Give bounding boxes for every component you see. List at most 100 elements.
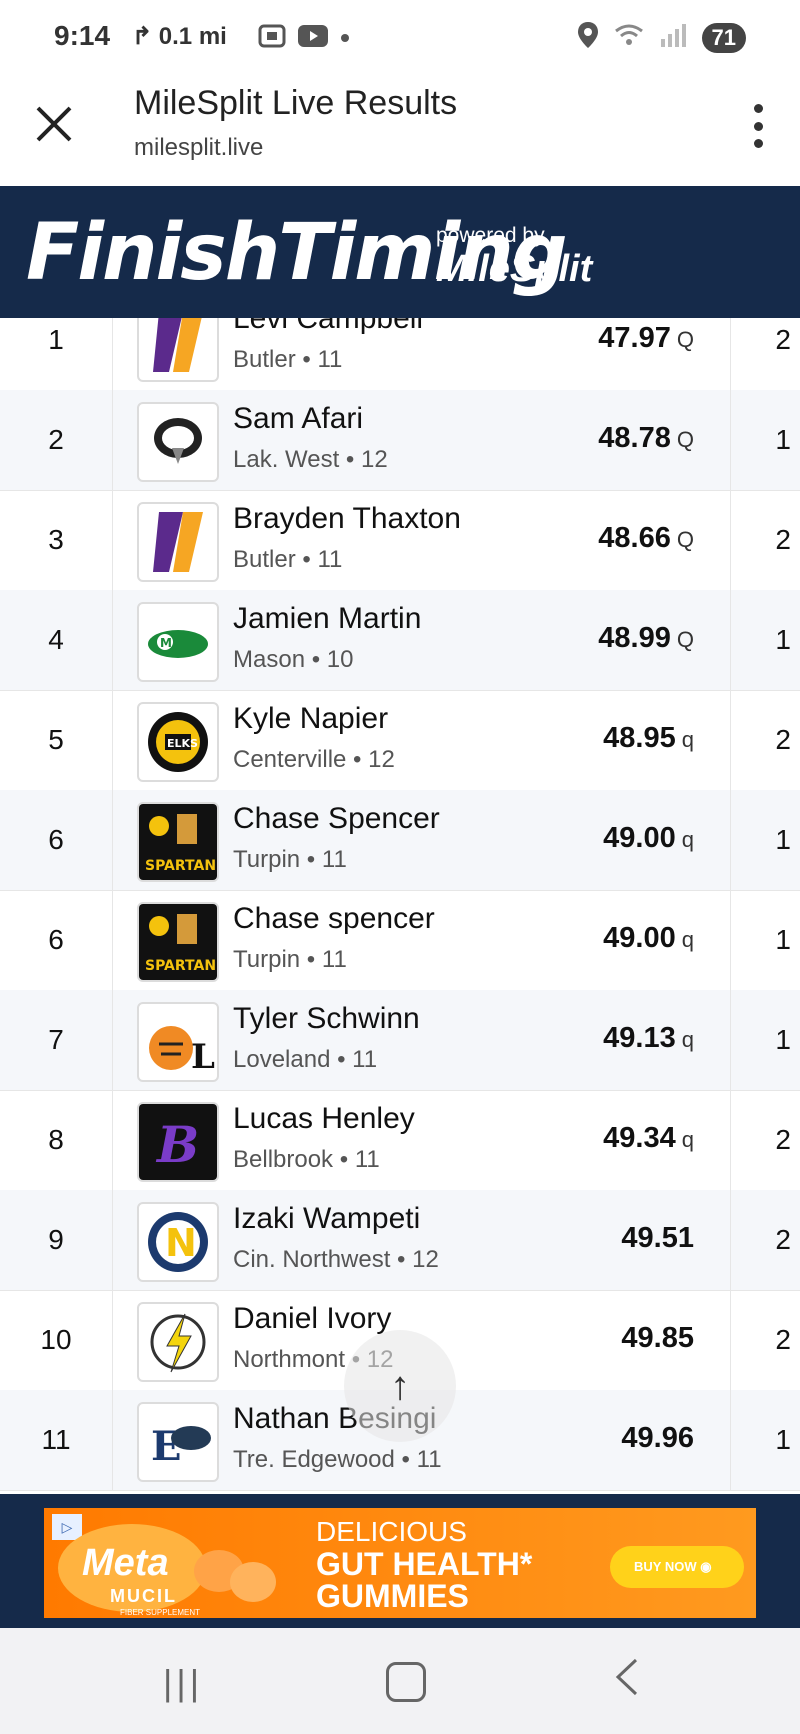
- results-list: 1 Levi Campbell Butler • 11 47.97 Q 2 2 Sam Afa…: [0, 318, 800, 1494]
- result-row[interactable]: 9 N Izaki Wampeti Cin. Northwest • 12 49.51 2: [0, 1190, 800, 1291]
- place-number: 8: [48, 1124, 64, 1155]
- athlete-name[interactable]: Kyle Napier: [233, 702, 388, 736]
- spartans-logo-icon: SPARTANS: [137, 902, 219, 982]
- grade: 12: [412, 1246, 439, 1273]
- grade: 12: [368, 746, 395, 773]
- result-mark: 48.78 Q: [598, 422, 694, 455]
- page-url: milesplit.live: [134, 134, 264, 161]
- qualifier-badge: q: [681, 1127, 694, 1152]
- result-row[interactable]: 3 Brayden Thaxton Butler • 11 48.66 Q 2: [0, 490, 800, 591]
- svg-text:SPARTANS: SPARTANS: [145, 958, 217, 974]
- heat-number: 2: [775, 724, 791, 755]
- separator: •: [295, 546, 318, 573]
- heat-cell: 1: [730, 990, 800, 1090]
- grade: 11: [354, 1146, 380, 1173]
- heat-number: 1: [775, 424, 791, 455]
- scroll-to-top-button[interactable]: ↑: [344, 1330, 456, 1442]
- close-button[interactable]: [32, 102, 76, 146]
- place-cell: 6: [0, 890, 113, 990]
- athlete-name[interactable]: Chase Spencer: [233, 802, 440, 836]
- grade: 11: [317, 346, 343, 373]
- heat-cell: 2: [730, 318, 800, 390]
- result-row[interactable]: 6 SPARTANS Chase spencer Turpin • 11 49.00q 1: [0, 890, 800, 991]
- back-chevron-icon: [615, 1658, 638, 1696]
- result-row[interactable]: 7 L Tyler Schwinn Loveland • 11 49.13 q 1: [0, 990, 800, 1091]
- result-mark: 49.00 q: [603, 822, 694, 855]
- athlete-name[interactable]: Jamien Martin: [233, 602, 421, 636]
- separator: •: [394, 1446, 417, 1473]
- home-button[interactable]: [386, 1662, 426, 1702]
- mark-value: 48.66: [598, 522, 671, 554]
- athlete-name[interactable]: Sam Afari: [233, 402, 363, 436]
- place-cell: 1: [0, 318, 113, 390]
- result-row[interactable]: 1 Levi Campbell Butler • 11 47.97 Q 2: [0, 318, 800, 391]
- athlete-name[interactable]: Chase spencer: [233, 902, 435, 936]
- athlete-name[interactable]: Izaki Wampeti: [233, 1202, 420, 1236]
- bellbrook-logo-icon: B: [137, 1102, 219, 1182]
- team-name: Turpin: [233, 846, 301, 873]
- elks-logo-icon: ELKS: [137, 702, 219, 782]
- buy-now-button[interactable]: BUY NOW ◉: [610, 1546, 744, 1588]
- athlete-name[interactable]: Tyler Schwinn: [233, 1002, 420, 1036]
- mark-value: 47.97: [598, 322, 671, 354]
- place-number: 1: [48, 324, 64, 355]
- heat-cell: 1: [730, 590, 800, 690]
- separator: •: [305, 646, 327, 673]
- place-cell: 6: [0, 790, 113, 890]
- result-mark: 48.66 Q: [598, 522, 694, 555]
- place-cell: 4: [0, 590, 113, 690]
- athlete-name[interactable]: Daniel Ivory: [233, 1302, 391, 1336]
- qualifier-badge: q: [681, 727, 694, 752]
- separator: •: [330, 1046, 353, 1073]
- northwest-logo-icon: N: [137, 1202, 219, 1282]
- back-button[interactable]: [612, 1656, 642, 1708]
- signal-icon: [660, 23, 686, 52]
- heat-number: 2: [775, 524, 791, 555]
- result-row[interactable]: 6 SPARTANS Chase Spencer Turpin • 11 49.00q 1: [0, 790, 800, 891]
- place-number: 2: [48, 424, 64, 455]
- metamucil-logo: Meta MUCIL FIBER SUPPLEMENT: [58, 1524, 206, 1617]
- nav-distance: 0.1 mi: [158, 23, 227, 50]
- team-name: Butler: [233, 546, 296, 573]
- recent-apps-button[interactable]: |||: [163, 1662, 203, 1704]
- qualifier-badge: Q: [676, 427, 694, 452]
- qualifier-badge: q: [681, 1027, 694, 1052]
- mark-value: 49.00: [603, 922, 676, 954]
- heat-number: 1: [775, 624, 791, 655]
- heat-cell: 1: [730, 790, 800, 890]
- mason-logo-icon: M: [137, 602, 219, 682]
- butler-logo-icon: [137, 502, 219, 582]
- result-row[interactable]: 4 M Jamien Martin Mason • 10 48.99 Q 1: [0, 590, 800, 691]
- separator: •: [300, 946, 322, 973]
- heat-number: 1: [775, 924, 791, 955]
- team-name: Loveland: [233, 1046, 331, 1073]
- heat-cell: 2: [730, 490, 800, 590]
- ad-headline-1: DELICIOUS: [316, 1516, 467, 1547]
- result-mark: 49.96: [621, 1422, 694, 1455]
- ad-banner[interactable]: ▷ Meta MUCIL FIBER SUPPLEMENT DELICIOUS …: [44, 1508, 756, 1618]
- gummy-image: [230, 1562, 276, 1602]
- ad-sub-brand: MUCIL: [110, 1586, 177, 1606]
- heat-number: 1: [775, 1024, 791, 1055]
- svg-text:SPARTANS: SPARTANS: [145, 858, 217, 874]
- athlete-name[interactable]: Brayden Thaxton: [233, 502, 461, 536]
- result-row[interactable]: 8 B Lucas Henley Bellbrook • 11 49.34 q 2: [0, 1090, 800, 1191]
- team-name: Centerville: [233, 746, 347, 773]
- screen-capture-icon: [258, 24, 286, 53]
- separator: •: [346, 746, 369, 773]
- heat-cell: 1: [730, 390, 800, 490]
- result-mark: 49.13 q: [603, 1022, 694, 1055]
- brand-banner: FinishTiming powered by MileSplit: [0, 186, 800, 318]
- athlete-name[interactable]: Lucas Henley: [233, 1102, 415, 1136]
- close-icon: [36, 106, 72, 142]
- athlete-team-grade: Turpin • 11: [233, 846, 347, 874]
- result-row[interactable]: 2 Sam Afari Lak. West • 12 48.78 Q 1: [0, 390, 800, 491]
- athlete-name[interactable]: Levi Campbell: [233, 318, 423, 336]
- youtube-icon: [298, 25, 328, 52]
- athlete-team-grade: Butler • 11: [233, 346, 342, 374]
- more-options-button[interactable]: [750, 104, 766, 148]
- grade: 11: [352, 1046, 378, 1073]
- result-row[interactable]: 5 ELKS Kyle Napier Centerville • 12 48.95 q 2: [0, 690, 800, 791]
- athlete-team-grade: Butler • 11: [233, 546, 342, 574]
- adchoices-icon[interactable]: ▷: [52, 1514, 82, 1540]
